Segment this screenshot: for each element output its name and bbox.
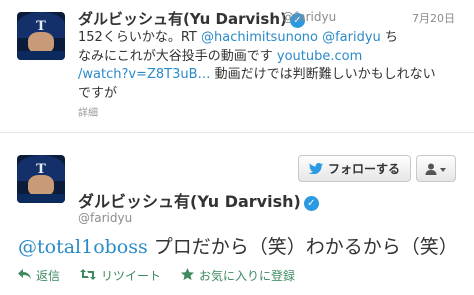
author-handle[interactable]: @faridyu [78,211,132,225]
tweet-text-segment: なみにこれが大谷投手の動画です [78,48,277,64]
details-link[interactable]: 詳細 [78,104,98,119]
avatar[interactable]: T [17,12,65,60]
tweet-text-segment: 152くらいかな。RT [78,30,201,45]
user-icon [425,163,446,175]
tweet-actions: 返信 リツイート お気に入りに登録 [18,267,295,284]
tweet-expanded: T フォローする ダルビッシュ有(Yu Darvish) ✓ @faridyu @… [0,133,474,295]
avatar-shirt [17,51,65,60]
tweet-line: /watch?v=Z8T3uB… 動画だけでは判断難しいかもしれない [78,66,458,85]
favorite-button[interactable]: お気に入りに登録 [181,267,295,284]
retweet-label: リツイート [101,269,162,283]
star-icon [181,267,195,284]
author-handle[interactable]: @faridyu [282,10,336,24]
reply-icon [18,268,31,283]
tweet-text-segment: プロだから（笑）わかるから（笑） [147,236,458,258]
mention-link[interactable]: @faridyu [322,30,381,45]
author-name-text[interactable]: ダルビッシュ有(Yu Darvish) [78,192,301,211]
retweet-button[interactable]: リツイート [80,267,161,284]
url-link[interactable]: youtube.com [277,49,362,64]
tweet-text-segment: 動画だけでは判断難しいかもしれない [210,67,436,82]
favorite-label: お気に入りに登録 [199,269,296,283]
verified-icon: ✓ [303,196,319,211]
follow-button-label: フォローする [327,162,400,176]
reply-label: 返信 [36,269,61,283]
follow-button[interactable]: フォローする [298,155,411,182]
tweet-text: @total1oboss プロだから（笑）わかるから（笑） [18,232,458,259]
author-name[interactable]: ダルビッシュ有(Yu Darvish) ✓ [78,8,305,29]
tweet-text-segment: ち [380,30,398,45]
author-name-text[interactable]: ダルビッシュ有(Yu Darvish) [78,10,287,28]
tweet-date[interactable]: 7月20日 [412,10,455,26]
author-name[interactable]: ダルビッシュ有(Yu Darvish) ✓ [78,188,319,212]
url-link[interactable]: /watch?v=Z8T3uB… [78,67,211,82]
mention-link[interactable]: @hachimitsunono [201,30,318,45]
tweet-line: なみにこれが大谷投手の動画です youtube.com [78,48,458,67]
reply-button[interactable]: 返信 [18,267,60,284]
mention-link[interactable]: @total1oboss [18,236,148,258]
avatar[interactable]: T [17,155,65,203]
tweet-line: 152くらいかな。RT @hachimitsunono @faridyu ち [78,29,458,48]
tweet-item[interactable]: T ダルビッシュ有(Yu Darvish) ✓ @faridyu 7月20日 15… [0,0,474,132]
tweet-text: 152くらいかな。RT @hachimitsunono @faridyu ち な… [78,29,458,103]
avatar-shirt [17,194,65,203]
retweet-icon [80,268,97,283]
tweet-line: ですが [78,85,118,101]
bird-icon [308,163,323,174]
user-actions-button[interactable] [416,155,456,182]
